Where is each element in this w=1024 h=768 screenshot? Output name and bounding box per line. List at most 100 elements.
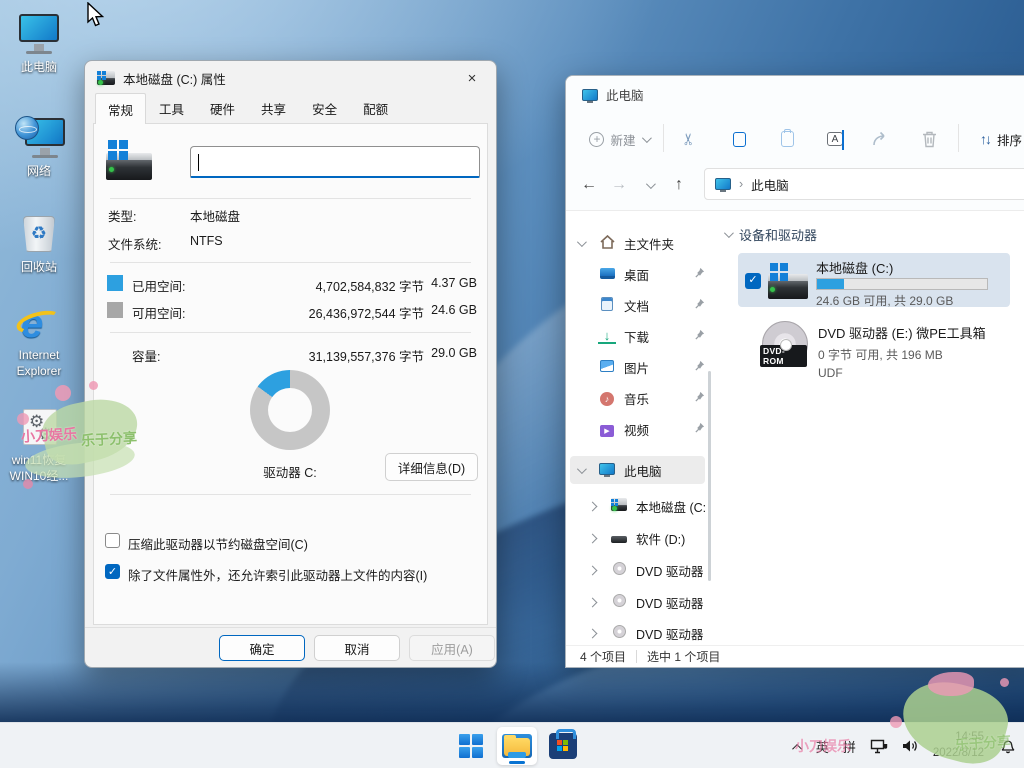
- explorer-window: 此电脑 + 新建 ✂ A ↑↓ 排序 ← → ↑: [565, 75, 1024, 668]
- sidebar-item-label: DVD 驱动器 (E:): [636, 561, 705, 580]
- tray-time: 14:55: [933, 730, 984, 746]
- sidebar-item-drive-c[interactable]: 本地磁盘 (C:): [570, 492, 705, 520]
- share-icon[interactable]: [866, 122, 896, 156]
- sort-button[interactable]: ↑↓ 排序: [966, 122, 1024, 156]
- ok-button[interactable]: 确定: [219, 635, 305, 661]
- details-button[interactable]: 详细信息(D): [385, 453, 478, 481]
- cancel-button[interactable]: 取消: [314, 635, 400, 661]
- sidebar-item-dvd-clipped[interactable]: DVD 驱动器 (F:): [570, 619, 705, 647]
- sidebar-item-downloads[interactable]: ↓ 下载: [570, 322, 705, 350]
- cut-icon[interactable]: ✂: [672, 124, 706, 154]
- start-button[interactable]: [451, 727, 491, 765]
- language-indicator[interactable]: 英: [816, 737, 829, 756]
- paste-icon[interactable]: [772, 122, 802, 156]
- sidebar-item-drive-d[interactable]: 软件 (D:): [570, 524, 705, 552]
- desktop-icon-recycle-bin[interactable]: ♻ 回收站: [0, 212, 78, 276]
- selected-checkbox-icon[interactable]: ✓: [745, 273, 761, 289]
- compress-checkbox[interactable]: [105, 533, 120, 548]
- sidebar-item-this-pc[interactable]: 此电脑: [570, 456, 705, 484]
- forward-icon[interactable]: →: [604, 176, 634, 194]
- dvd-e-filesystem: UDF: [818, 366, 986, 380]
- new-label: 新建: [610, 130, 635, 149]
- ime-indicator[interactable]: 拼: [843, 737, 856, 756]
- close-icon[interactable]: ×: [452, 64, 492, 92]
- capacity-gb: 29.0 GB: [414, 346, 477, 360]
- sidebar-item-documents[interactable]: 文档: [570, 291, 705, 319]
- dialog-title: 本地磁盘 (C:) 属性: [123, 69, 226, 88]
- chevron-right-icon[interactable]: [582, 599, 602, 606]
- window-title: 此电脑: [606, 85, 644, 104]
- chevron-down-icon[interactable]: [634, 176, 664, 194]
- desktop-icon-this-pc[interactable]: 此电脑: [0, 12, 78, 76]
- section-devices-and-drives[interactable]: 设备和驱动器: [724, 225, 817, 244]
- windows-logo-icon: [459, 734, 483, 758]
- chevron-down-icon[interactable]: [570, 240, 590, 247]
- copy-icon[interactable]: [724, 122, 754, 156]
- sidebar-item-music[interactable]: ♪ 音乐: [570, 384, 705, 412]
- taskbar-file-explorer-button[interactable]: [497, 727, 537, 765]
- chevron-right-icon[interactable]: [582, 630, 602, 637]
- rename-icon[interactable]: A: [820, 122, 850, 156]
- taskbar-clock[interactable]: 14:55 2022/8/12: [933, 730, 984, 761]
- sidebar-item-dvd-f[interactable]: DVD 驱动器 (F:): [570, 588, 705, 616]
- tab-general[interactable]: 常规: [95, 93, 146, 124]
- chevron-right-icon[interactable]: [582, 567, 602, 574]
- sidebar-item-pictures[interactable]: 图片: [570, 353, 705, 381]
- pictures-icon: [598, 360, 616, 375]
- sidebar-item-desktop[interactable]: 桌面: [570, 260, 705, 288]
- desktop-icon-win11-restore[interactable]: ⚙⚙ win11恢复 WIN10经...: [0, 405, 78, 484]
- tray-chevron-up-icon[interactable]: [795, 739, 802, 754]
- sidebar-item-label: 主文件夹: [624, 234, 674, 253]
- notification-bell-icon[interactable]: z: [998, 738, 1016, 754]
- chevron-right-icon[interactable]: [582, 535, 602, 542]
- used-space-label: 已用空间:: [132, 276, 185, 295]
- index-checkbox[interactable]: ✓: [105, 564, 120, 579]
- chevron-down-icon[interactable]: [570, 467, 590, 474]
- tab-sharing[interactable]: 共享: [248, 94, 299, 123]
- tab-security[interactable]: 安全: [299, 94, 350, 123]
- volume-label-input[interactable]: [190, 146, 480, 178]
- dialog-titlebar[interactable]: 本地磁盘 (C:) 属性: [85, 61, 496, 95]
- free-space-bytes: 26,436,972,544 字节: [244, 303, 424, 322]
- back-icon[interactable]: ←: [574, 176, 604, 194]
- microsoft-store-icon: [549, 733, 577, 759]
- sidebar-scrollbar[interactable]: [708, 371, 711, 581]
- sidebar-item-label: 下载: [624, 327, 649, 346]
- sidebar-item-dvd-e[interactable]: DVD 驱动器 (E:): [570, 556, 705, 584]
- breadcrumb[interactable]: 此电脑: [751, 175, 789, 194]
- apply-button[interactable]: 应用(A): [409, 635, 495, 661]
- dialog-general-page: 类型: 本地磁盘 文件系统: NTFS 已用空间: 4,702,584,832 …: [93, 123, 488, 625]
- divider: [110, 494, 471, 495]
- tab-hardware[interactable]: 硬件: [197, 94, 248, 123]
- explorer-title-tab[interactable]: 此电脑: [582, 85, 644, 104]
- tab-tools[interactable]: 工具: [146, 94, 197, 123]
- index-checkbox-label[interactable]: 除了文件属性外，还允许索引此驱动器上文件的内容(I): [128, 565, 427, 584]
- chevron-right-icon[interactable]: [582, 503, 602, 510]
- network-icon[interactable]: [870, 739, 888, 754]
- desktop-icon-internet-explorer[interactable]: e Internet Explorer: [0, 300, 78, 379]
- sidebar-item-label: 本地磁盘 (C:): [636, 497, 705, 516]
- desktop-icon-network[interactable]: 网络: [0, 116, 78, 180]
- dvd-e-info: 0 字节 可用, 共 196 MB: [818, 346, 986, 363]
- drive-c-info: 24.6 GB 可用, 共 29.0 GB: [816, 292, 953, 309]
- up-icon[interactable]: ↑: [664, 176, 694, 194]
- address-bar[interactable]: › 此电脑: [704, 168, 1024, 200]
- taskbar-store-button[interactable]: [543, 727, 583, 765]
- new-button[interactable]: + 新建: [580, 122, 658, 156]
- dvd-e-details[interactable]: DVD 驱动器 (E:) 微PE工具箱 0 字节 可用, 共 196 MB UD…: [818, 323, 986, 380]
- compress-checkbox-label[interactable]: 压缩此驱动器以节约磁盘空间(C): [128, 534, 308, 553]
- pin-icon: [694, 298, 705, 312]
- tab-quota[interactable]: 配额: [350, 94, 401, 123]
- dvd-e-item[interactable]: DVD-ROM: [762, 321, 808, 367]
- filesystem-label: 文件系统:: [108, 234, 161, 253]
- sidebar-item-videos[interactable]: ▶ 视频: [570, 415, 705, 443]
- free-space-label: 可用空间:: [132, 303, 185, 322]
- sidebar-item-home[interactable]: 主文件夹: [570, 229, 705, 257]
- pin-icon: [694, 360, 705, 374]
- volume-icon[interactable]: [902, 739, 919, 753]
- drive-icon: [97, 71, 115, 85]
- drive-c-tile[interactable]: ✓ 本地磁盘 (C:) 24.6 GB 可用, 共 29.0 GB: [738, 253, 1010, 307]
- active-app-indicator: [509, 761, 525, 764]
- used-space-bytes: 4,702,584,832 字节: [244, 276, 424, 295]
- delete-icon[interactable]: [914, 122, 944, 156]
